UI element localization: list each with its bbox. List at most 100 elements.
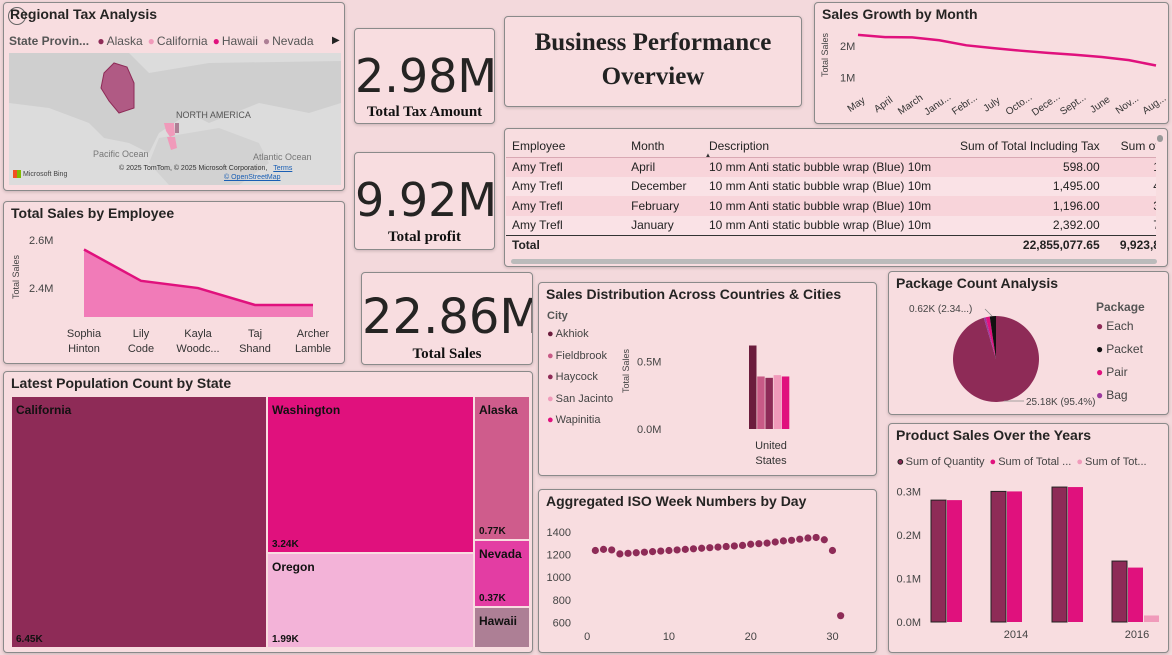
map-legend-item[interactable]: ● California (148, 34, 208, 48)
iso-point[interactable] (804, 534, 812, 542)
iso-point[interactable] (738, 541, 747, 549)
kpi-tax-value: 2.98M (355, 49, 495, 103)
iso-point[interactable] (747, 540, 755, 548)
terms-link[interactable]: Terms (273, 165, 292, 172)
pie-label-small: 0.62K (2.34...) (909, 304, 972, 315)
growth-xtick: Sept... (1058, 92, 1088, 118)
pie-label-big: 25.18K (95.4%) (1026, 397, 1096, 408)
iso-point[interactable] (657, 547, 665, 555)
dist-chart[interactable]: Total Sales 0.5M 0.0M United States (539, 283, 877, 476)
treemap-cell[interactable]: Nevada 0.37K (475, 541, 529, 606)
table-row[interactable]: Amy Trefl January 10 mm Anti static bubble… (506, 215, 1156, 235)
nevada-shape[interactable] (175, 123, 179, 133)
package-legend-title: Package (1096, 300, 1145, 314)
product-bar[interactable] (930, 499, 947, 623)
iso-chart[interactable]: 1400 1200 1000 800 600 0 10 20 30 (539, 490, 877, 653)
iso-point[interactable] (608, 546, 616, 554)
osm-link[interactable]: © OpenStreetMap (224, 174, 281, 181)
iso-point[interactable] (706, 544, 714, 552)
product-bar[interactable] (1128, 567, 1143, 622)
treemap-cell[interactable]: Alaska 0.77K (475, 397, 529, 539)
dist-bar[interactable] (781, 376, 790, 429)
dist-bar[interactable] (765, 377, 773, 429)
product-chart[interactable]: 0.3M 0.2M 0.1M 0.0M 2014 2016 (889, 424, 1169, 653)
iso-point[interactable] (632, 549, 640, 557)
table-header[interactable]: Description (702, 135, 938, 158)
dist-bar[interactable] (773, 375, 782, 429)
iso-point[interactable] (812, 533, 820, 542)
horizontal-scrollbar[interactable] (511, 259, 1157, 264)
iso-point[interactable] (640, 548, 649, 556)
table-cell: 10 mm Anti static bubble wrap (Blue) 10m (708, 198, 932, 213)
iso-ytick: 1200 (547, 549, 571, 561)
product-bar[interactable] (990, 490, 1007, 623)
treemap-cell-value: 6.45K (16, 634, 43, 645)
employee-area (84, 249, 313, 317)
product-bar[interactable] (947, 500, 962, 622)
product-bar[interactable] (1144, 615, 1159, 622)
iso-point[interactable] (730, 542, 738, 550)
california-shape[interactable] (164, 123, 175, 137)
iso-point[interactable] (771, 538, 779, 546)
product-bar[interactable] (1007, 491, 1022, 622)
table-cell: 450.00 (1106, 177, 1156, 197)
iso-point[interactable] (624, 549, 632, 557)
iso-point[interactable] (796, 535, 804, 543)
map-area[interactable]: NORTH AMERICA Pacific Ocean Atlantic Oce… (9, 53, 341, 185)
treemap-chart[interactable]: California 6.45K Washington 3.24K Oregon 1.99… (12, 397, 529, 647)
iso-ytick: 800 (553, 595, 571, 607)
growth-xtick: Nov... (1114, 93, 1141, 117)
dist-bar[interactable] (757, 376, 765, 429)
map-legend-item[interactable]: ● Nevada (263, 34, 314, 48)
growth-ylabel: Total Sales (820, 32, 830, 77)
iso-point[interactable] (828, 546, 837, 555)
legend-next-icon[interactable]: ▶ (332, 35, 340, 46)
product-bar[interactable] (1068, 487, 1083, 622)
table-header[interactable]: Sum of Profit (1105, 135, 1156, 158)
employee-xtick: Sophia (67, 328, 102, 340)
product-bar[interactable] (1051, 486, 1068, 623)
map-legend-item[interactable]: ● Hawaii (213, 34, 258, 48)
vertical-scrollbar[interactable] (1157, 135, 1163, 142)
treemap-cell[interactable]: Hawaii (475, 608, 529, 647)
iso-point[interactable] (665, 546, 673, 555)
table-cell: 10 mm Anti static bubble wrap (Blue) 10m (708, 179, 932, 194)
iso-point[interactable] (673, 546, 681, 554)
employee-chart[interactable]: Total Sales 2.6M 2.4M Sophia Hinton Lily Code K… (4, 202, 345, 364)
growth-xtick: June (1088, 94, 1112, 116)
package-legend-item[interactable]: ● Each (1096, 319, 1143, 342)
iso-point[interactable] (599, 545, 608, 553)
iso-point[interactable] (591, 546, 599, 555)
table-header[interactable]: Sum of Total Including Tax (937, 135, 1106, 158)
table-row[interactable]: Amy Trefl April 10 mm Anti static bubble w… (506, 157, 1156, 177)
iso-point[interactable] (681, 545, 689, 553)
table-scroll[interactable]: Employee Month Description Sum of Total Inc… (506, 135, 1156, 255)
treemap-cell[interactable]: California 6.45K (12, 397, 266, 647)
iso-point[interactable] (820, 536, 828, 544)
iso-point[interactable] (616, 550, 624, 558)
treemap-cell[interactable]: Washington 3.24K (268, 397, 473, 552)
growth-chart[interactable]: Total Sales 2M 1M May April MarchJanu...Febr.… (815, 3, 1169, 124)
iso-point[interactable] (763, 539, 771, 547)
map-card: Regional Tax Analysis State Provin... ● A… (3, 2, 345, 191)
iso-point[interactable] (714, 543, 722, 551)
iso-point[interactable] (722, 542, 730, 551)
package-legend-item[interactable]: ● Pair (1096, 365, 1143, 388)
table-row[interactable]: Amy Trefl December 10 mm Anti static bubbl… (506, 176, 1156, 197)
iso-point[interactable] (837, 612, 845, 620)
package-legend-item[interactable]: ● Packet (1096, 342, 1143, 365)
iso-point[interactable] (755, 540, 763, 548)
package-legend-item[interactable]: ● Bag (1096, 388, 1143, 411)
iso-point[interactable] (648, 548, 657, 556)
map-legend-item[interactable]: ● Alaska (97, 34, 142, 48)
table-header[interactable]: Employee (506, 135, 626, 158)
iso-point[interactable] (689, 545, 698, 553)
iso-point[interactable] (787, 536, 796, 544)
iso-point[interactable] (698, 544, 706, 552)
dist-bar[interactable] (749, 345, 757, 429)
iso-point[interactable] (779, 537, 788, 545)
table-row[interactable]: Amy Trefl February 10 mm Anti static bubbl… (506, 196, 1156, 216)
table-header[interactable]: Month (625, 135, 703, 158)
treemap-cell[interactable]: Oregon 1.99K (268, 554, 473, 647)
product-bar[interactable] (1111, 560, 1128, 623)
